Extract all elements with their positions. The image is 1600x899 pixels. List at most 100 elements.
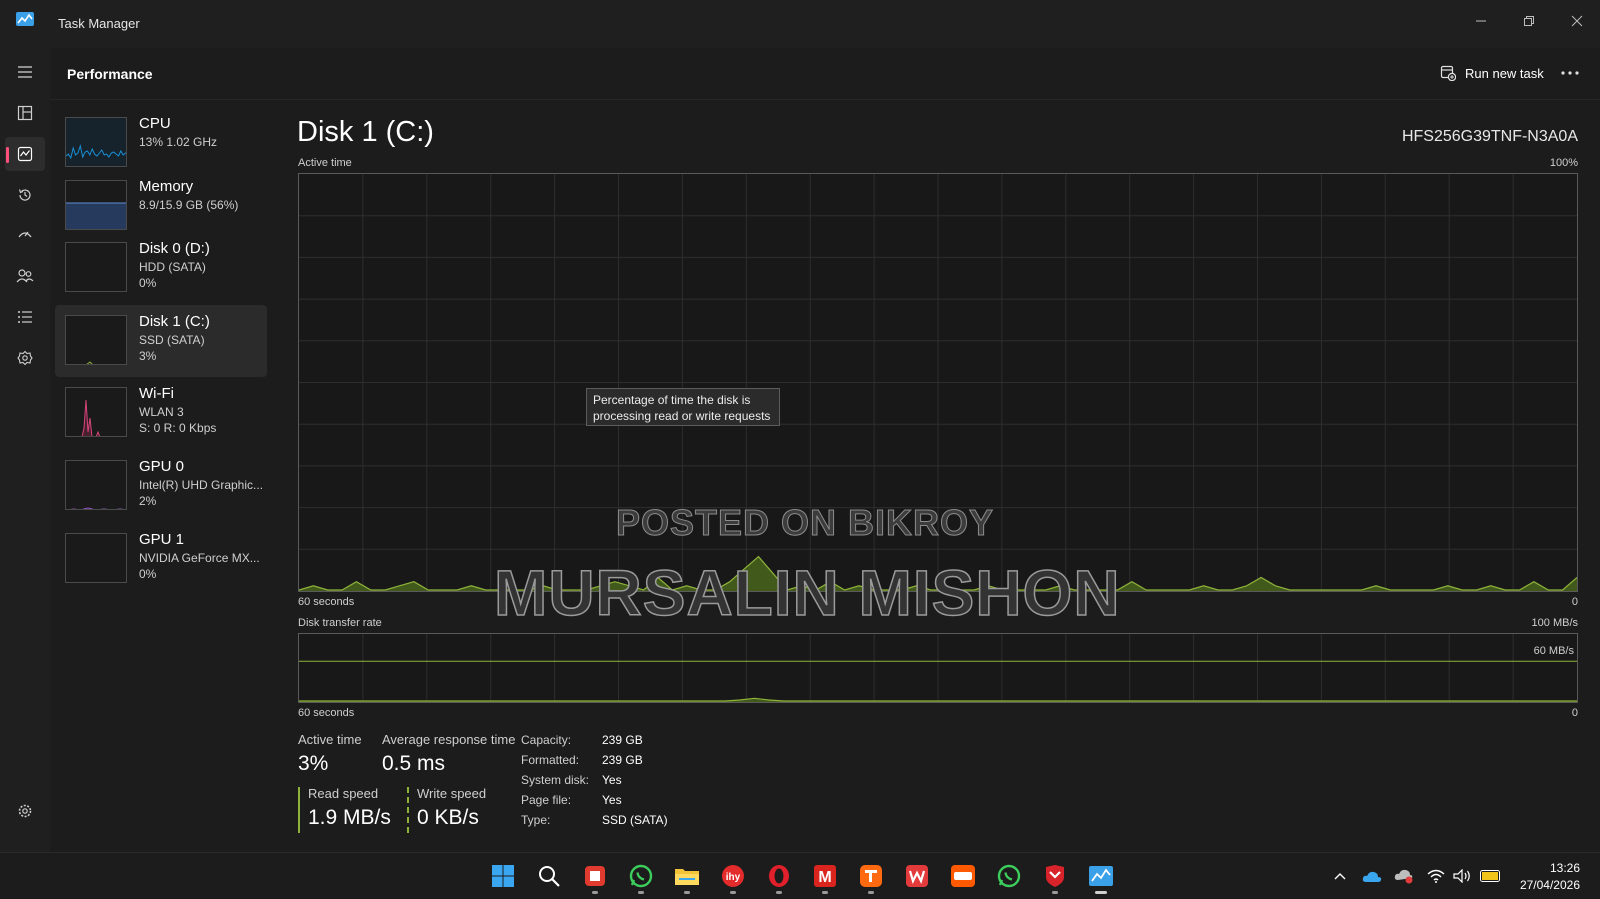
active-time-duration-label: 60 seconds <box>298 596 355 608</box>
tray-onedrive[interactable] <box>1362 867 1382 885</box>
resource-detail: 0% <box>139 567 157 581</box>
taskbar-wps[interactable] <box>902 861 932 891</box>
resource-detail: 3% <box>139 349 157 363</box>
tray-wifi[interactable] <box>1426 867 1446 885</box>
running-indicator <box>868 891 874 894</box>
taskbar-whatsapp[interactable] <box>626 861 656 894</box>
active-time-graph-label: Active time <box>298 157 352 169</box>
clock-time[interactable]: 13:26 <box>1550 861 1580 875</box>
gpu0-mini-graph <box>65 460 127 510</box>
more-icon <box>1561 71 1579 75</box>
file-explorer-icon <box>675 869 699 885</box>
write-speed-indicator <box>407 787 409 833</box>
tray-overflow-button[interactable] <box>1330 867 1350 885</box>
resource-item-memory[interactable]: Memory 8.9/15.9 GB (56%) <box>55 170 267 240</box>
running-indicator <box>592 891 598 894</box>
disk-model: HFS256G39TNF-N3A0A <box>1401 128 1578 145</box>
nav-services[interactable] <box>5 341 45 375</box>
minimize-icon <box>1476 20 1486 22</box>
tray-cloud-error[interactable] <box>1394 867 1414 885</box>
processes-icon <box>17 105 33 121</box>
resource-name: Disk 0 (D:) <box>139 240 210 257</box>
type-label: Type: <box>521 813 551 827</box>
running-indicator <box>776 891 782 894</box>
taskbar-file-explorer[interactable] <box>672 861 702 894</box>
whatsapp-business-icon <box>997 864 1021 888</box>
transfer-rate-graph <box>298 633 1578 703</box>
nav-processes[interactable] <box>5 96 45 130</box>
transfer-rate-max-label: 100 MB/s <box>1531 617 1578 629</box>
taskbar-opera[interactable] <box>764 861 794 894</box>
active-indicator <box>6 147 9 163</box>
wifi-mini-graph <box>65 387 127 437</box>
taskbar-mcafee[interactable] <box>1040 861 1070 894</box>
resource-name: Memory <box>139 178 194 195</box>
tray-battery[interactable] <box>1480 867 1500 885</box>
svg-text:M: M <box>818 869 831 886</box>
gpu1-mini-graph <box>65 533 127 583</box>
resource-item-gpu1[interactable]: GPU 1 NVIDIA GeForce MX... 0% <box>55 523 267 593</box>
avg-response-stat-label: Average response time <box>382 732 516 747</box>
restore-button[interactable] <box>1506 6 1552 36</box>
taskbar-app-m[interactable]: M <box>810 861 840 894</box>
run-new-task-button[interactable]: Run new task <box>1434 60 1550 86</box>
run-task-icon <box>1440 65 1456 81</box>
clock-date[interactable]: 27/04/2026 <box>1520 878 1580 892</box>
taskbar-whatsapp-business[interactable] <box>994 861 1024 891</box>
running-indicator <box>1095 891 1107 894</box>
resource-detail: WLAN 3 <box>139 405 184 419</box>
tooltip-line: processing read or write requests <box>593 409 771 423</box>
taskbar-app-1688[interactable] <box>948 861 978 891</box>
minimize-button[interactable] <box>1458 6 1504 36</box>
disk1-mini-graph <box>65 315 127 365</box>
app-1688-icon <box>951 865 975 887</box>
hamburger-menu-button[interactable] <box>5 55 45 89</box>
watermark-line-2: MURSALIN MISHON <box>493 556 1121 630</box>
more-options-button[interactable] <box>1556 60 1584 86</box>
taskbar-app-red[interactable] <box>580 861 610 894</box>
close-button[interactable] <box>1554 6 1600 36</box>
performance-icon <box>17 146 33 162</box>
write-speed-value: 0 KB/s <box>417 806 479 829</box>
memory-mini-graph <box>65 180 127 230</box>
resource-item-disk0[interactable]: Disk 0 (D:) HDD (SATA) 0% <box>55 232 267 302</box>
active-time-stat-value: 3% <box>298 752 329 775</box>
resource-item-cpu[interactable]: CPU 13% 1.02 GHz <box>55 107 267 177</box>
services-icon <box>17 350 33 366</box>
page-header: Performance Run new task <box>50 48 1600 100</box>
app-m-icon: M <box>814 865 836 887</box>
nav-settings[interactable] <box>5 794 45 828</box>
taskbar-app-taobao[interactable] <box>856 861 886 894</box>
start-button[interactable] <box>488 861 518 891</box>
resource-detail: 13% 1.02 GHz <box>139 135 218 149</box>
mcafee-icon <box>1046 865 1064 887</box>
volume-icon <box>1453 869 1470 883</box>
running-indicator <box>684 891 690 894</box>
resource-item-wifi[interactable]: Wi-Fi WLAN 3 S: 0 R: 0 Kbps <box>55 377 267 447</box>
nav-details[interactable] <box>5 300 45 334</box>
close-icon <box>1571 15 1583 27</box>
task-manager-icon <box>1089 866 1113 886</box>
active-time-max-label: 100% <box>1549 157 1578 169</box>
resource-detail: SSD (SATA) <box>139 333 205 347</box>
running-indicator <box>730 891 736 894</box>
resource-item-disk1[interactable]: Disk 1 (C:) SSD (SATA) 3% <box>55 305 267 377</box>
formatted-label: Formatted: <box>521 753 580 767</box>
nav-performance[interactable] <box>5 137 45 171</box>
nav-startup-apps[interactable] <box>5 218 45 252</box>
tray-volume[interactable] <box>1452 867 1472 885</box>
taskbar-task-manager[interactable] <box>1086 861 1116 894</box>
capacity-label: Capacity: <box>521 733 572 747</box>
resource-name: Wi-Fi <box>139 385 174 402</box>
nav-app-history[interactable] <box>5 178 45 212</box>
nav-users[interactable] <box>5 259 45 293</box>
window-title: Task Manager <box>58 16 140 31</box>
watermark-line-1: POSTED ON BIKROY <box>615 502 995 544</box>
taskbar-app-ihy[interactable]: ihy <box>718 861 748 894</box>
navigation-rail <box>0 48 50 852</box>
active-time-tooltip: Percentage of time the disk is processin… <box>586 388 780 426</box>
app-red-icon <box>585 866 605 886</box>
resource-name: Disk 1 (C:) <box>139 313 210 330</box>
resource-item-gpu0[interactable]: GPU 0 Intel(R) UHD Graphic... 2% <box>55 450 267 520</box>
taskbar-search-button[interactable] <box>534 861 564 891</box>
